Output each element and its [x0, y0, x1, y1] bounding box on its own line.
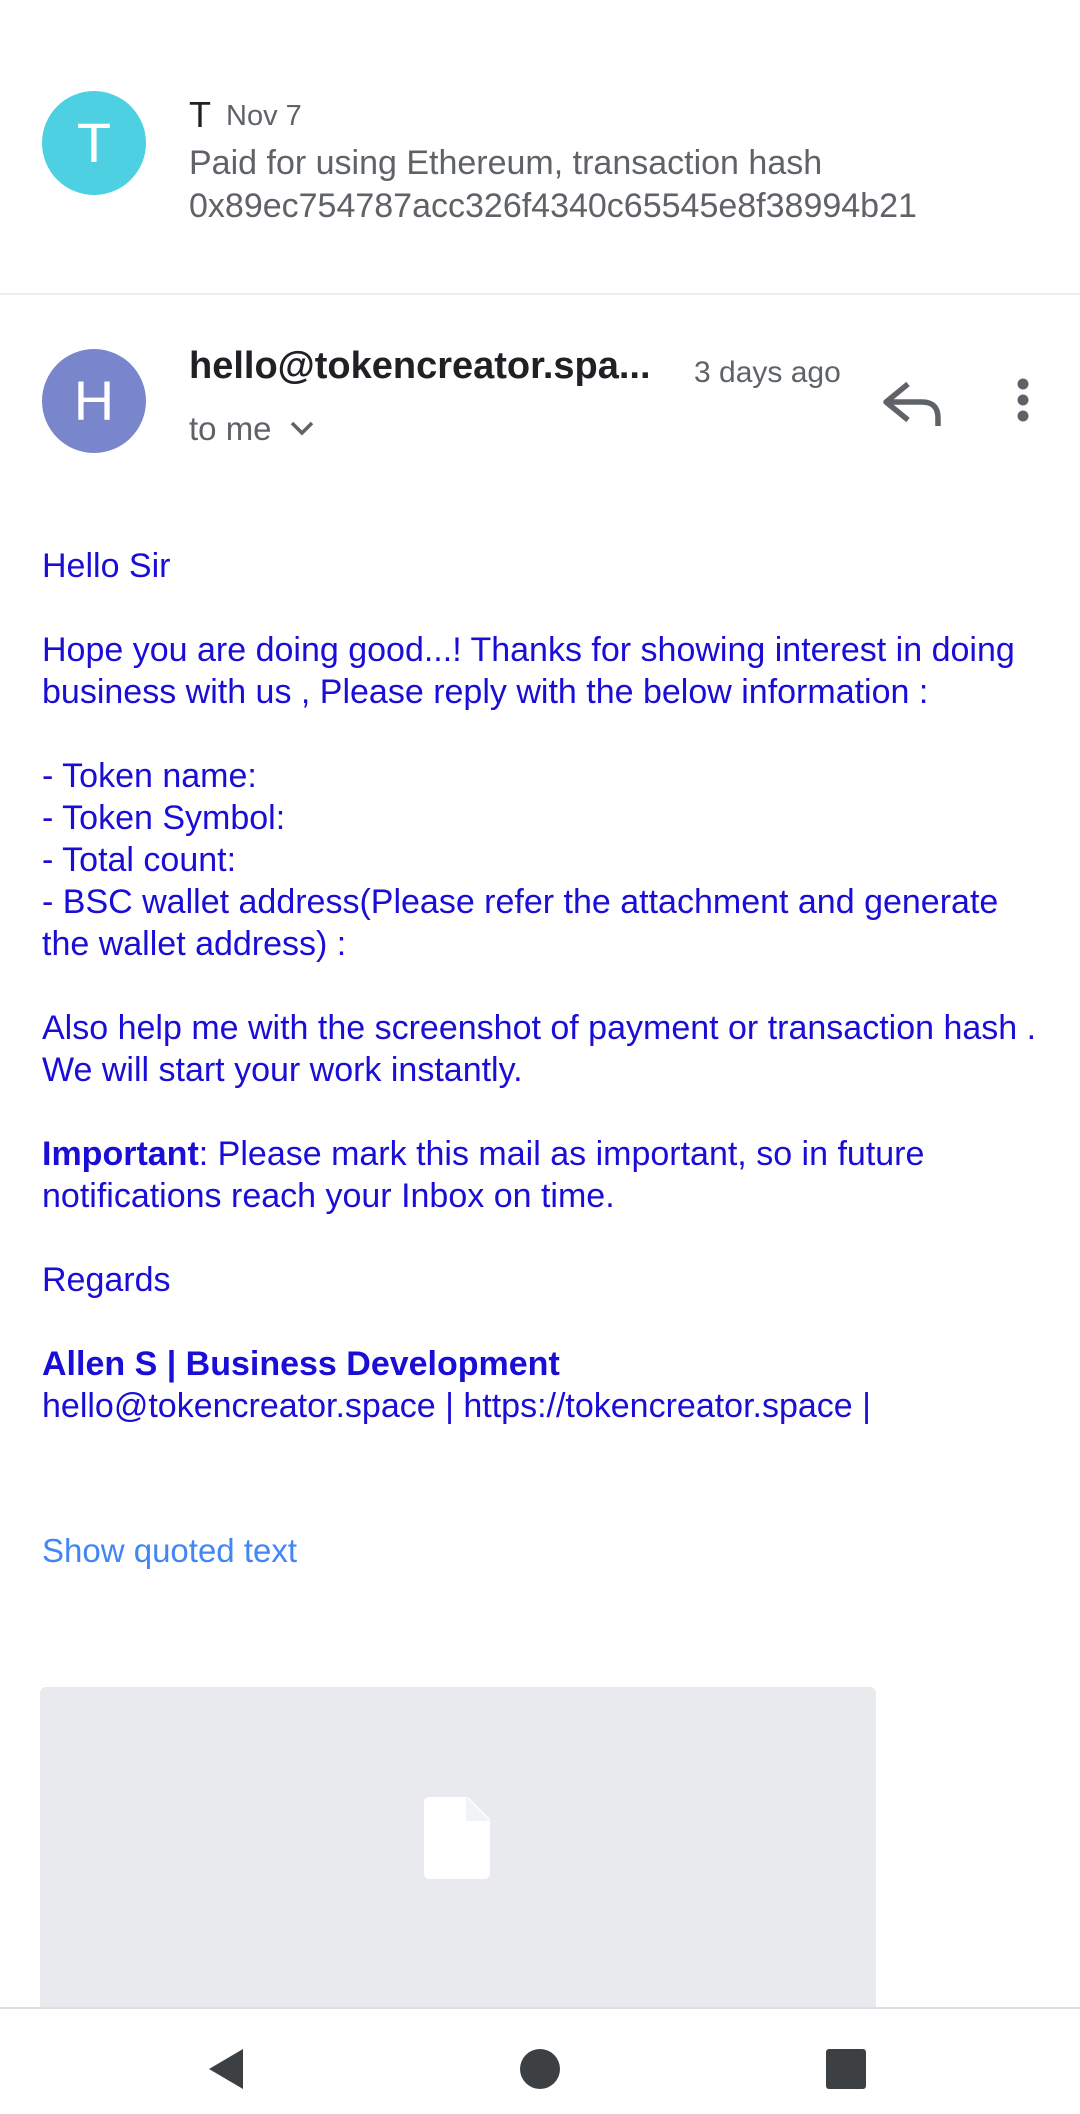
- reply-icon[interactable]: [878, 372, 948, 432]
- email-thread-screen: T T Nov 7 Paid for using Ethereum, trans…: [0, 0, 1080, 2114]
- list-item: - Total count:: [42, 841, 237, 879]
- intro-paragraph: Hope you are doing good...! Thanks for s…: [42, 631, 1015, 711]
- recipient-details-toggle[interactable]: to me: [189, 410, 316, 448]
- collapsed-message-date: Nov 7: [226, 100, 302, 132]
- home-icon[interactable]: [520, 2049, 560, 2089]
- signature-name: Allen S | Business Development: [42, 1345, 560, 1383]
- sender-email[interactable]: hello@tokencreator.spa...: [189, 345, 651, 388]
- message-date: 3 days ago: [694, 356, 841, 389]
- signature-contact[interactable]: hello@tokencreator.space | https://token…: [42, 1385, 1042, 1427]
- system-navigation-bar: [0, 2007, 1080, 2114]
- attachment-preview[interactable]: [40, 1687, 876, 2007]
- message-body: Hello Sir Hope you are doing good...! Th…: [42, 545, 1042, 1427]
- chevron-down-icon: [290, 421, 313, 436]
- collapsed-message-snippet: Paid for using Ethereum, transaction has…: [189, 144, 917, 225]
- file-icon: [424, 1797, 490, 1879]
- greeting: Hello Sir: [42, 547, 171, 585]
- list-item: - BSC wallet address(Please refer the at…: [42, 883, 999, 963]
- back-icon[interactable]: [205, 2047, 247, 2091]
- sender-avatar[interactable]: H: [42, 349, 146, 453]
- recent-apps-icon[interactable]: [826, 2049, 866, 2089]
- collapsed-sender-name: T: [189, 94, 211, 135]
- list-item: - Token name:: [42, 757, 257, 795]
- closing: Regards: [42, 1261, 171, 1299]
- important-label: Important: [42, 1135, 199, 1173]
- important-paragraph: Important: Please mark this mail as impo…: [42, 1133, 1042, 1217]
- show-quoted-text-link[interactable]: Show quoted text: [42, 1532, 297, 1570]
- request-paragraph: Also help me with the screenshot of paym…: [42, 1009, 1037, 1089]
- sender-avatar[interactable]: T: [42, 91, 146, 195]
- collapsed-message[interactable]: T T Nov 7 Paid for using Ethereum, trans…: [0, 0, 1080, 295]
- more-vert-icon[interactable]: [1000, 372, 1046, 432]
- recipient-label: to me: [189, 410, 272, 447]
- list-item: - Token Symbol:: [42, 799, 286, 837]
